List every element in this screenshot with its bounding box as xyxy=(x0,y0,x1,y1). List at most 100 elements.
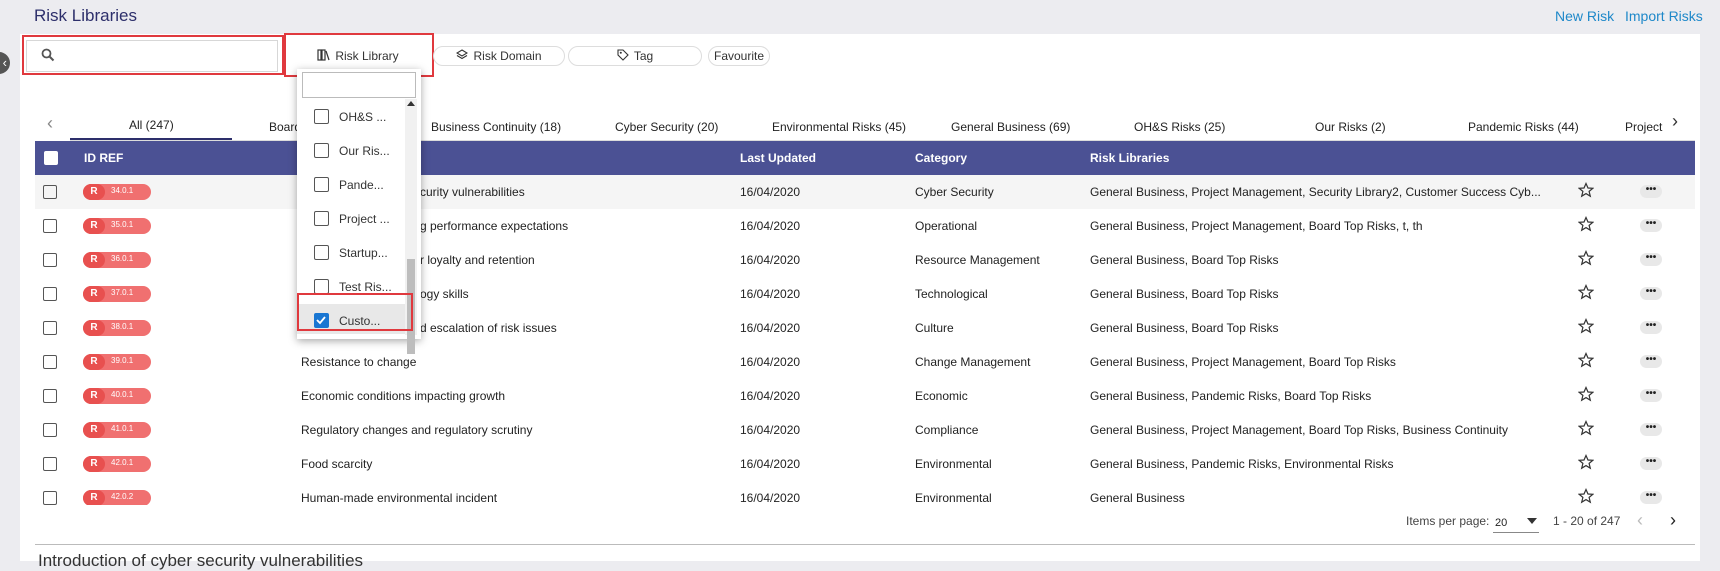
dropdown-search-box[interactable] xyxy=(302,72,416,98)
risk-title[interactable]: r loyalty and retention xyxy=(420,253,535,267)
more-options-icon[interactable]: ••• xyxy=(1640,185,1662,198)
favourite-filter[interactable]: Favourite xyxy=(708,46,770,66)
tab-environmental-risks[interactable]: Environmental Risks (45) xyxy=(772,120,906,134)
favourite-star-icon[interactable] xyxy=(1577,284,1595,303)
row-checkbox[interactable] xyxy=(43,423,57,437)
dropdown-item[interactable]: Test Ris... xyxy=(297,270,407,300)
tab-ohs-risks[interactable]: OH&S Risks (25) xyxy=(1134,120,1225,134)
table-row[interactable]: R 39.0.1 Resistance to change 16/04/2020 … xyxy=(35,345,1695,380)
risk-title[interactable]: Regulatory changes and regulatory scruti… xyxy=(301,423,532,437)
tab-cyber-security[interactable]: Cyber Security (20) xyxy=(615,120,718,134)
row-checkbox[interactable] xyxy=(43,389,57,403)
dropdown-scrollbar[interactable] xyxy=(405,99,417,354)
select-all-checkbox[interactable] xyxy=(44,151,58,165)
search-input[interactable] xyxy=(63,45,267,69)
more-options-icon[interactable]: ••• xyxy=(1640,491,1662,504)
dropdown-item[interactable]: Our Ris... xyxy=(297,134,407,164)
col-risk-libraries[interactable]: Risk Libraries xyxy=(1090,151,1169,165)
dropdown-item[interactable]: Project ... xyxy=(297,202,407,232)
more-options-icon[interactable]: ••• xyxy=(1640,457,1662,470)
dropdown-item[interactable]: Startup... xyxy=(297,236,407,266)
dropdown-item-checkbox[interactable] xyxy=(314,143,329,158)
favourite-star-icon[interactable] xyxy=(1577,250,1595,269)
favourite-star-icon[interactable] xyxy=(1577,182,1595,201)
table-row[interactable]: R 37.0.1 ogy skills 16/04/2020 Technologi… xyxy=(35,277,1695,312)
dropdown-item-checkbox[interactable] xyxy=(314,279,329,294)
risk-title[interactable]: d escalation of risk issues xyxy=(420,321,557,335)
dropdown-item-checkbox[interactable] xyxy=(314,211,329,226)
row-checkbox[interactable] xyxy=(43,185,57,199)
row-checkbox[interactable] xyxy=(43,219,57,233)
dropdown-item-label: Our Ris... xyxy=(339,144,390,158)
row-checkbox[interactable] xyxy=(43,457,57,471)
more-options-icon[interactable]: ••• xyxy=(1640,389,1662,402)
row-checkbox[interactable] xyxy=(43,321,57,335)
col-last-updated[interactable]: Last Updated xyxy=(740,151,816,165)
col-category[interactable]: Category xyxy=(915,151,967,165)
table-row[interactable]: R 41.0.1 Regulatory changes and regulator… xyxy=(35,413,1695,448)
dropdown-item-checkbox-checked[interactable] xyxy=(314,313,329,328)
tag-filter[interactable]: Tag xyxy=(568,46,702,66)
favourite-star-icon[interactable] xyxy=(1577,216,1595,235)
scrollbar-thumb[interactable] xyxy=(407,259,415,354)
favourite-star-icon[interactable] xyxy=(1577,420,1595,439)
more-options-icon[interactable]: ••• xyxy=(1640,355,1662,368)
next-page-icon[interactable]: › xyxy=(1670,510,1676,531)
dropdown-item-checkbox[interactable] xyxy=(314,177,329,192)
favourite-star-icon[interactable] xyxy=(1577,352,1595,371)
scroll-up-icon[interactable] xyxy=(407,101,415,106)
table-row[interactable]: R 34.0.1 curity vulnerabilities 16/04/202… xyxy=(35,175,1695,210)
tab-project[interactable]: Project xyxy=(1625,120,1663,134)
dropdown-item-selected[interactable]: Custo... xyxy=(297,304,407,334)
more-options-icon[interactable]: ••• xyxy=(1640,219,1662,232)
tab-business-continuity[interactable]: Business Continuity (18) xyxy=(431,120,561,134)
dropdown-item[interactable]: OH&S ... xyxy=(297,100,407,130)
tab-all[interactable]: All (247) xyxy=(129,118,174,132)
library-tabs: All (247) Board Business Continuity (18)… xyxy=(0,118,1720,140)
prev-page-icon[interactable]: ‹ xyxy=(1637,510,1643,531)
risk-title[interactable]: Human-made environmental incident xyxy=(301,491,497,505)
row-checkbox[interactable] xyxy=(43,491,57,505)
search-box[interactable] xyxy=(26,40,278,72)
favourite-star-icon[interactable] xyxy=(1577,454,1595,473)
more-options-icon[interactable]: ••• xyxy=(1640,321,1662,334)
more-options-icon[interactable]: ••• xyxy=(1640,253,1662,266)
table-row[interactable]: R 36.0.1 r loyalty and retention 16/04/20… xyxy=(35,243,1695,278)
risk-title[interactable]: Food scarcity xyxy=(301,457,372,471)
collapse-sidebar-button[interactable]: ‹ xyxy=(0,52,10,74)
risk-badge: R 36.0.1 xyxy=(83,252,151,268)
row-checkbox[interactable] xyxy=(43,253,57,267)
risk-domain-filter[interactable]: Risk Domain xyxy=(433,46,565,66)
tab-our-risks[interactable]: Our Risks (2) xyxy=(1315,120,1386,134)
dropdown-item-checkbox[interactable] xyxy=(314,245,329,260)
row-checkbox[interactable] xyxy=(43,287,57,301)
favourite-star-icon[interactable] xyxy=(1577,386,1595,405)
row-checkbox[interactable] xyxy=(43,355,57,369)
risk-title[interactable]: Economic conditions impacting growth xyxy=(301,389,505,403)
items-per-page-select[interactable]: 20 xyxy=(1493,514,1539,533)
risk-title[interactable]: g performance expectations xyxy=(420,219,568,233)
table-row[interactable]: R 42.0.1 Food scarcity 16/04/2020 Environ… xyxy=(35,447,1695,482)
table-row[interactable]: R 38.0.1 d escalation of risk issues 16/0… xyxy=(35,311,1695,346)
table-row[interactable]: R 42.0.2 Human-made environmental inciden… xyxy=(35,481,1695,505)
more-options-icon[interactable]: ••• xyxy=(1640,423,1662,436)
dropdown-item-checkbox[interactable] xyxy=(314,109,329,124)
page-range: 1 - 20 of 247 xyxy=(1553,514,1621,528)
dropdown-item[interactable]: Pande... xyxy=(297,168,407,198)
table-row[interactable]: R 35.0.1 g performance expectations 16/04… xyxy=(35,209,1695,244)
risk-title[interactable]: Resistance to change xyxy=(301,355,416,369)
new-risk-link[interactable]: New Risk xyxy=(1555,8,1614,24)
favourite-star-icon[interactable] xyxy=(1577,318,1595,337)
tab-pandemic-risks[interactable]: Pandemic Risks (44) xyxy=(1468,120,1579,134)
dropdown-search-input[interactable] xyxy=(307,75,411,97)
favourite-star-icon[interactable] xyxy=(1577,488,1595,505)
risk-title[interactable]: ogy skills xyxy=(420,287,469,301)
tab-general-business[interactable]: General Business (69) xyxy=(951,120,1070,134)
import-risks-link[interactable]: Import Risks xyxy=(1625,8,1703,24)
risk-title[interactable]: curity vulnerabilities xyxy=(420,185,525,199)
last-updated: 16/04/2020 xyxy=(740,457,801,471)
table-row[interactable]: R 40.0.1 Economic conditions impacting gr… xyxy=(35,379,1695,414)
last-updated: 16/04/2020 xyxy=(740,389,801,403)
more-options-icon[interactable]: ••• xyxy=(1640,287,1662,300)
risk-library-filter[interactable]: Risk Library xyxy=(288,46,428,66)
